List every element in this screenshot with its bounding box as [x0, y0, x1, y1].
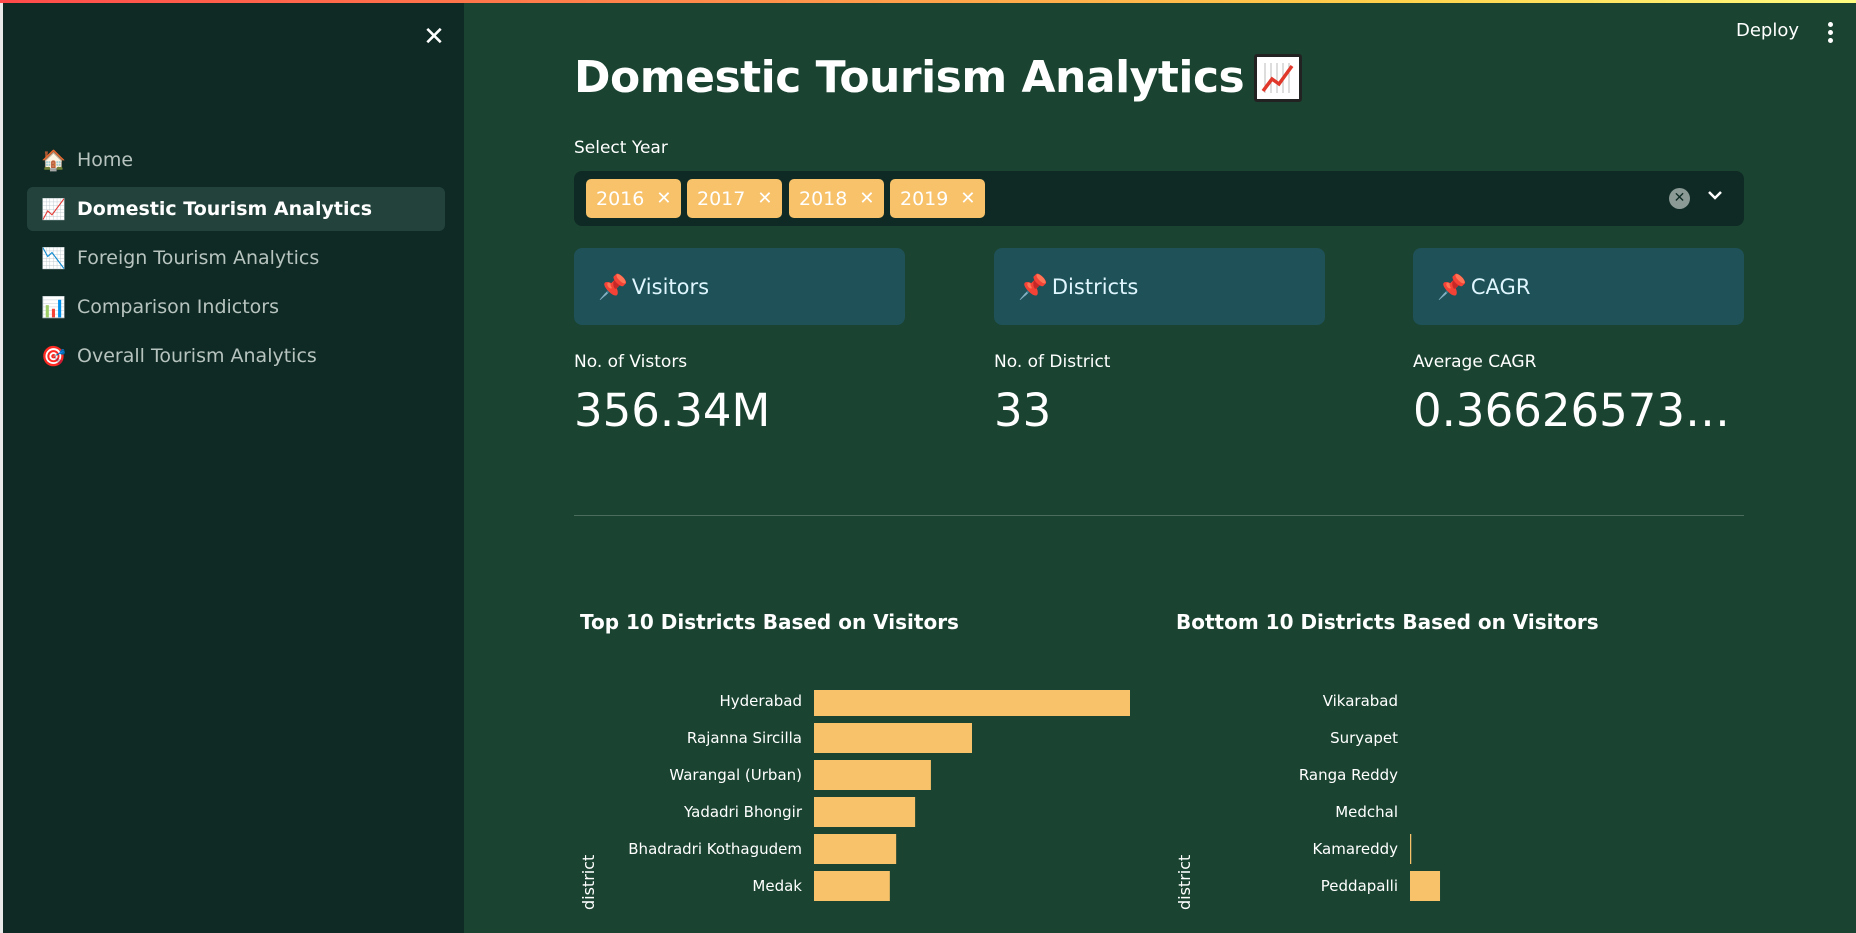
- remove-tag-icon[interactable]: ✕: [960, 188, 975, 209]
- visitors-card: 📌 Visitors: [574, 248, 905, 325]
- bar-chart-icon: 📊: [41, 295, 66, 319]
- pushpin-icon: 📌: [598, 272, 628, 301]
- bar[interactable]: [814, 760, 931, 790]
- tick-label: Bhadradri Kothagudem: [628, 840, 802, 858]
- tick-label: Rajanna Sircilla: [687, 729, 802, 747]
- bar[interactable]: [814, 690, 1130, 716]
- cagr-card: 📌 CAGR: [1413, 248, 1744, 325]
- metric-value: 356.34M: [574, 384, 771, 437]
- top-districts-chart: Hyderabad Rajanna Sircilla Warangal (Urban…: [579, 690, 1130, 910]
- sidebar-item-comparison[interactable]: 📊 Comparison Indictors: [27, 285, 445, 329]
- remove-tag-icon[interactable]: ✕: [656, 188, 671, 209]
- year-tag[interactable]: 2016 ✕: [586, 179, 682, 218]
- year-tag[interactable]: 2018 ✕: [789, 179, 885, 218]
- tick-label: Warangal (Urban): [669, 766, 802, 784]
- deploy-button[interactable]: Deploy: [1736, 20, 1799, 41]
- card-label: CAGR: [1470, 274, 1531, 299]
- divider: [574, 515, 1744, 516]
- target-icon: 🎯: [41, 344, 66, 368]
- year-tag-label: 2016: [596, 187, 645, 210]
- pushpin-icon: 📌: [1018, 272, 1048, 301]
- sidebar: ✕ 🏠 Home 📈 Domestic Tourism Analytics 📉 …: [0, 0, 464, 933]
- sidebar-item-label: Domestic Tourism Analytics: [77, 198, 373, 220]
- tick-label: Hyderabad: [720, 692, 803, 710]
- tick-label: Ranga Reddy: [1299, 766, 1398, 784]
- page-title-row: Domestic Tourism Analytics: [574, 52, 1303, 103]
- close-sidebar-icon[interactable]: ✕: [421, 24, 447, 50]
- tick-label: Peddapalli: [1321, 877, 1398, 895]
- main-menu-icon[interactable]: [1826, 22, 1834, 44]
- bar[interactable]: [1410, 871, 1441, 901]
- year-tag-label: 2018: [799, 187, 848, 210]
- tick-label: Kamareddy: [1312, 840, 1398, 858]
- tick-label: Vikarabad: [1323, 692, 1398, 710]
- bar[interactable]: [814, 834, 897, 864]
- bar[interactable]: [814, 871, 890, 901]
- sidebar-item-label: Foreign Tourism Analytics: [77, 247, 320, 269]
- chart-title: Bottom 10 Districts Based on Visitors: [1176, 610, 1599, 634]
- clear-all-icon[interactable]: ✕: [1669, 188, 1690, 209]
- chevron-down-icon[interactable]: [1704, 184, 1726, 206]
- year-tag-label: 2017: [697, 187, 746, 210]
- top-gradient-bar: [0, 0, 1856, 3]
- year-multiselect[interactable]: 2016 ✕ 2017 ✕ 2018 ✕ 2019 ✕ ✕: [574, 171, 1744, 226]
- tick-label: Medak: [752, 877, 802, 895]
- bar[interactable]: [814, 723, 972, 753]
- tick-label: Medchal: [1335, 803, 1398, 821]
- metric-value: 33: [994, 384, 1052, 437]
- metric-label: No. of District: [994, 352, 1111, 372]
- sidebar-item-home[interactable]: 🏠 Home: [27, 138, 445, 182]
- metric-label: No. of Vistors: [574, 352, 688, 372]
- axis-label: district: [1175, 855, 1194, 910]
- sidebar-item-foreign-tourism[interactable]: 📉 Foreign Tourism Analytics: [27, 236, 445, 280]
- select-year-label: Select Year: [574, 138, 668, 158]
- sidebar-item-label: Overall Tourism Analytics: [77, 345, 317, 367]
- year-tag-label: 2019: [900, 187, 949, 210]
- card-label: Visitors: [631, 274, 710, 299]
- sidebar-item-label: Comparison Indictors: [77, 296, 280, 318]
- bottom-districts-chart: Vikarabad Suryapet Ranga Reddy Medchal Kamar…: [1175, 692, 1441, 910]
- axis-label: district: [579, 855, 598, 910]
- bar[interactable]: [1410, 834, 1412, 864]
- tick-label: Suryapet: [1330, 729, 1398, 747]
- page-title: Domestic Tourism Analytics: [574, 52, 1245, 103]
- remove-tag-icon[interactable]: ✕: [757, 188, 772, 209]
- chart-increasing-icon: [1254, 53, 1303, 102]
- districts-card: 📌 Districts: [994, 248, 1325, 325]
- sidebar-item-overall-tourism[interactable]: 🎯 Overall Tourism Analytics: [27, 334, 445, 378]
- sidebar-item-label: Home: [77, 149, 134, 171]
- metric-value: 0.3662657338…: [1413, 384, 1744, 437]
- year-tag[interactable]: 2019 ✕: [890, 179, 986, 218]
- card-label: Districts: [1051, 274, 1139, 299]
- sidebar-item-domestic-tourism[interactable]: 📈 Domestic Tourism Analytics: [27, 187, 445, 231]
- chart-increasing-icon: 📈: [41, 197, 66, 221]
- chart-title: Top 10 Districts Based on Visitors: [580, 610, 959, 634]
- bar[interactable]: [814, 797, 916, 827]
- remove-tag-icon[interactable]: ✕: [859, 188, 874, 209]
- pushpin-icon: 📌: [1437, 272, 1467, 301]
- house-icon: 🏠: [41, 148, 66, 172]
- metric-label: Average CAGR: [1413, 352, 1537, 372]
- year-tag[interactable]: 2017 ✕: [687, 179, 783, 218]
- sidebar-nav: 🏠 Home 📈 Domestic Tourism Analytics 📉 Fo…: [27, 138, 445, 383]
- tick-label: Yadadri Bhongir: [683, 803, 803, 821]
- chart-decreasing-icon: 📉: [41, 246, 66, 270]
